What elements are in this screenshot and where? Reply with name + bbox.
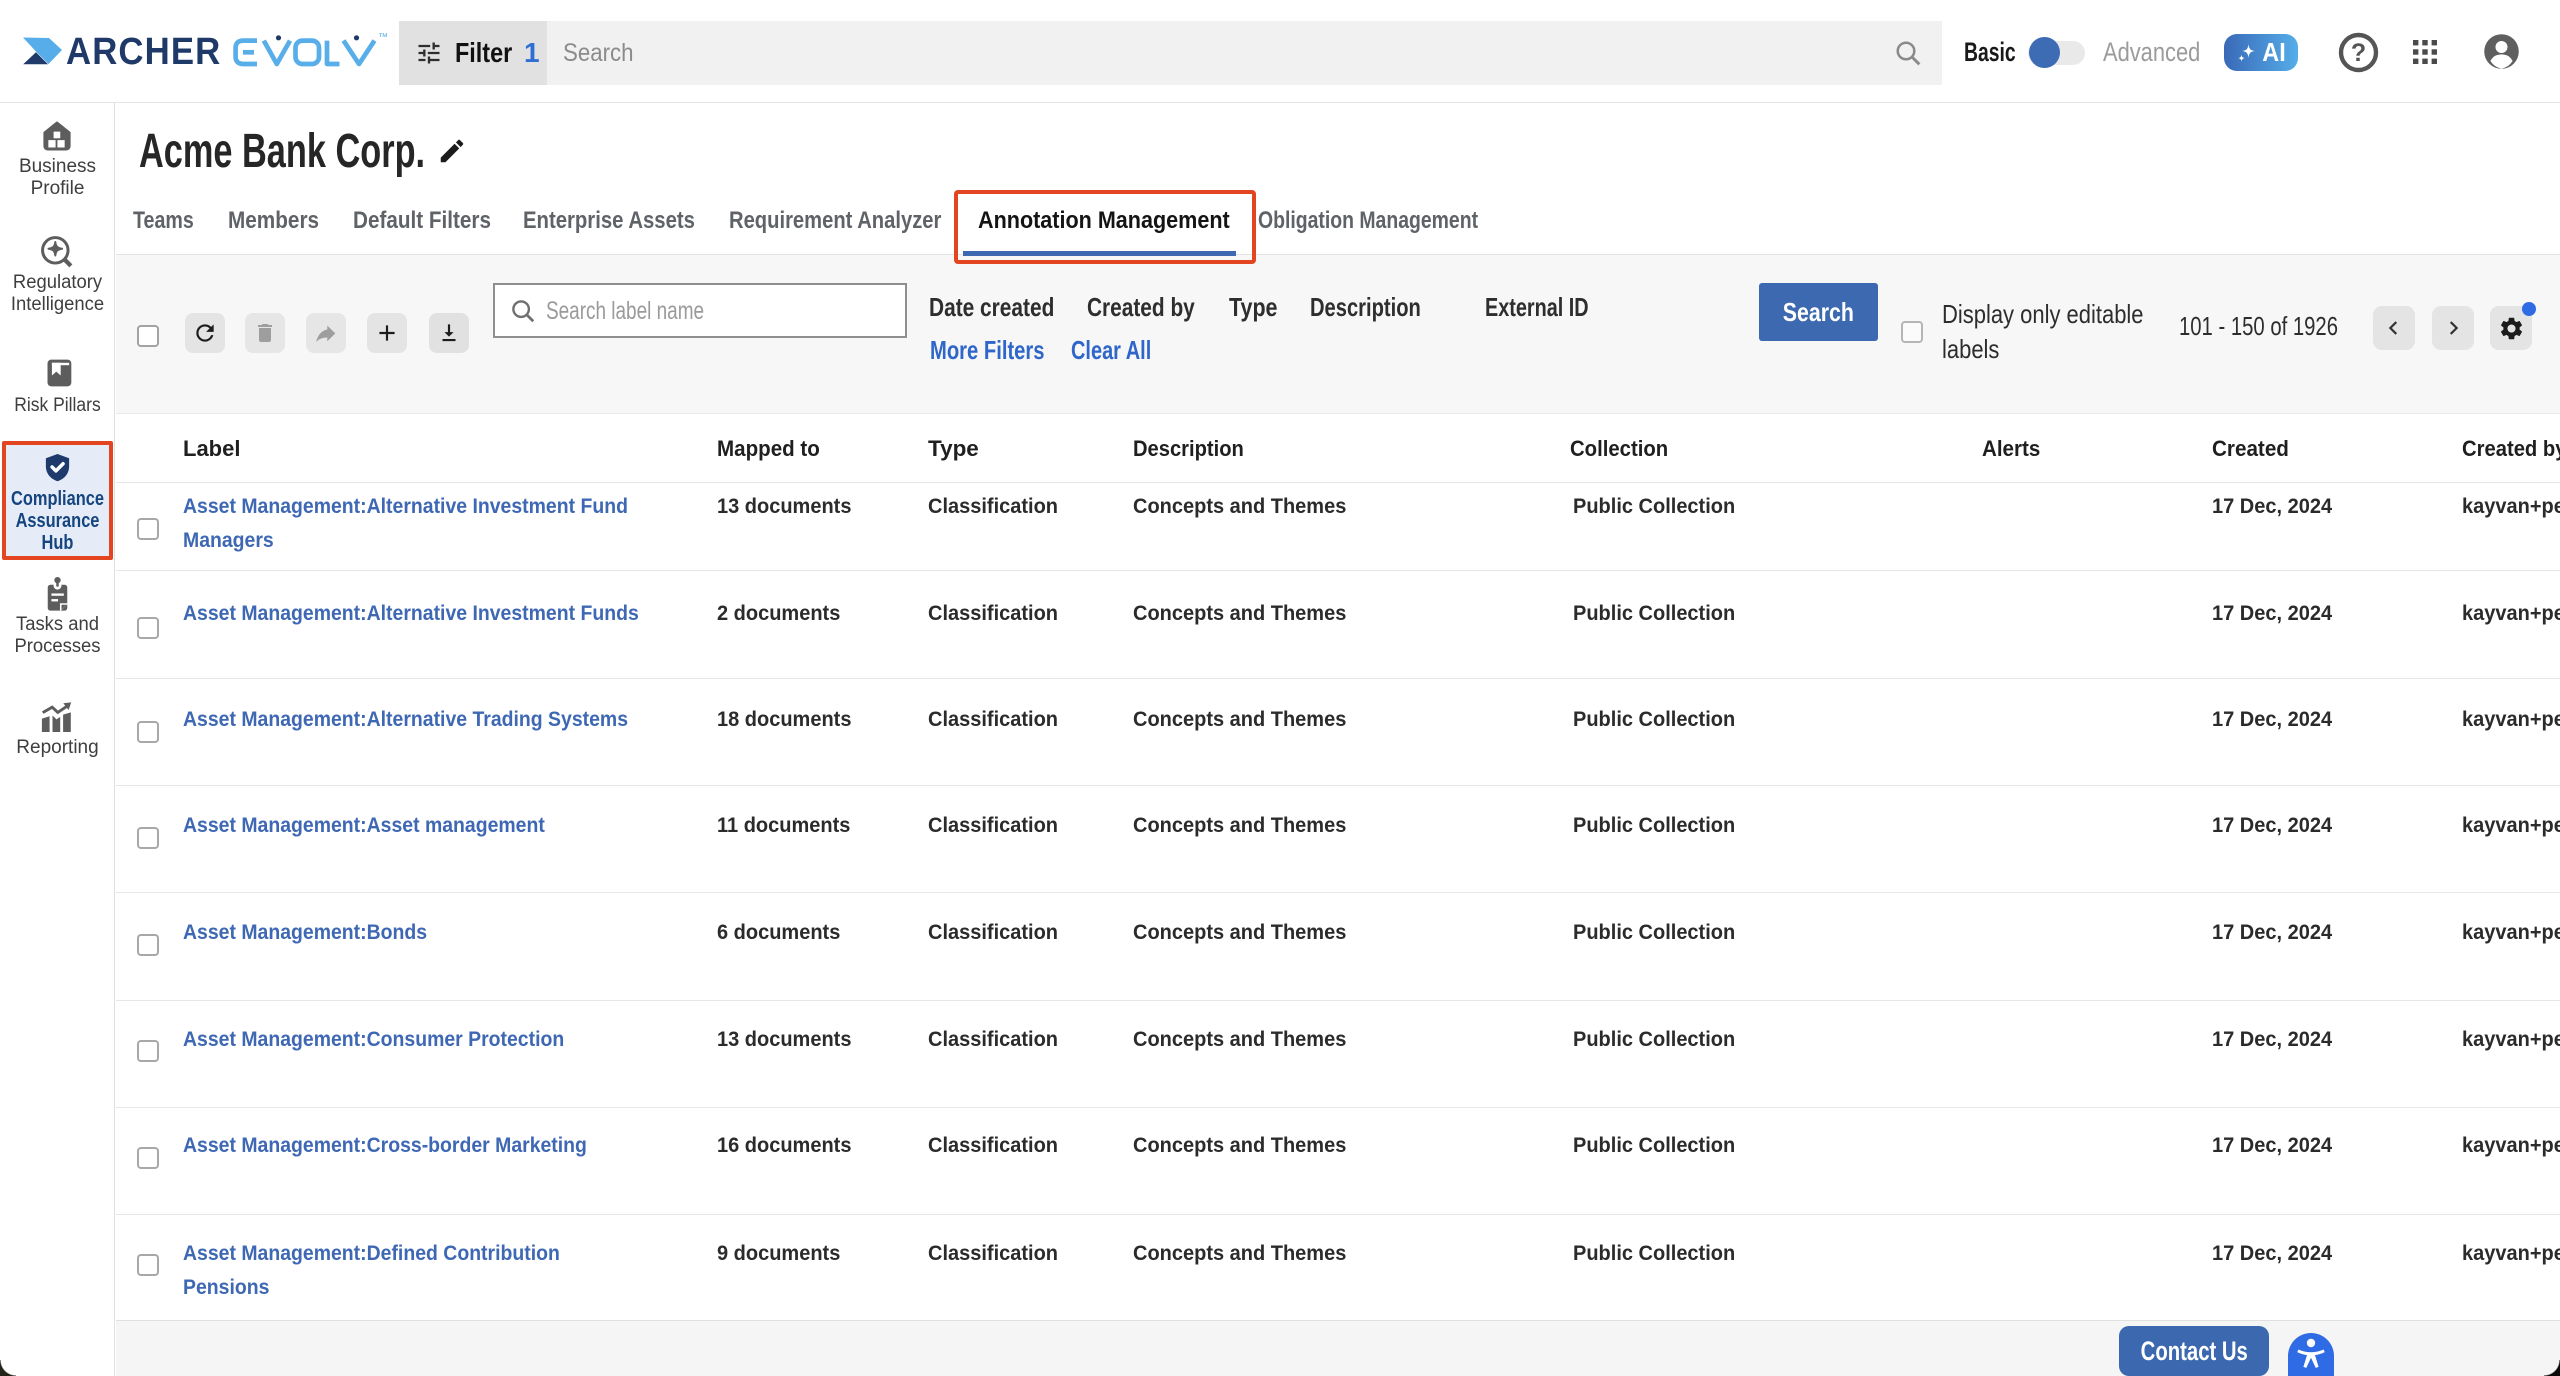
- svg-text:™: ™: [378, 32, 388, 43]
- svg-text:?: ?: [2351, 39, 2366, 67]
